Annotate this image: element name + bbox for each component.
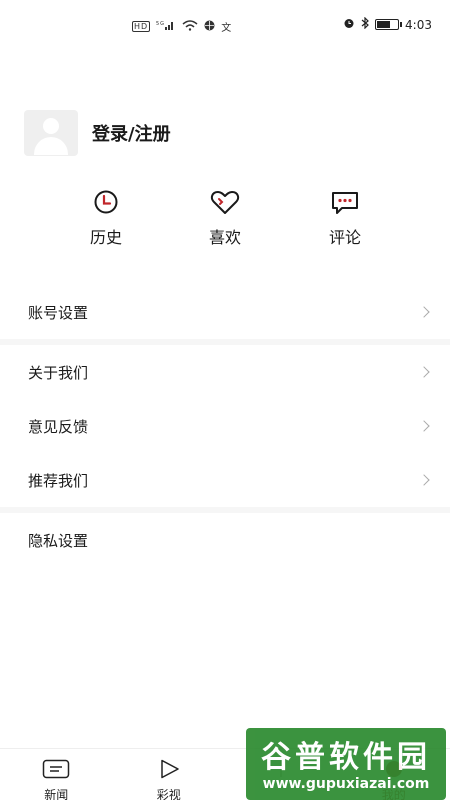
menu-item-account-settings[interactable]: 账号设置	[0, 285, 450, 339]
comments-label: 评论	[328, 228, 361, 247]
avatar[interactable]	[24, 110, 78, 156]
menu-item-privacy-settings[interactable]: 隐私设置	[0, 513, 450, 567]
bluetooth-icon	[361, 16, 369, 32]
tab-news[interactable]: 新闻	[0, 749, 113, 800]
status-right: 4:03	[343, 16, 432, 32]
comment-icon	[330, 190, 360, 216]
menu-item-recommend-us[interactable]: 推荐我们	[0, 453, 450, 507]
menu-item-label: 账号设置	[28, 303, 89, 322]
profile-header[interactable]: 登录/注册	[24, 110, 171, 156]
alarm-icon	[343, 17, 355, 32]
globe-icon	[204, 20, 215, 34]
battery-icon	[375, 19, 403, 30]
watermark-logo: 谷普软件园 www.gupuxiazai.com	[246, 728, 446, 800]
chevron-right-icon	[418, 366, 430, 378]
tab-video[interactable]: 彩视	[113, 749, 226, 800]
tab-news-label: 新闻	[44, 788, 69, 800]
menu-item-label: 隐私设置	[28, 531, 89, 550]
menu-item-about-us[interactable]: 关于我们	[0, 345, 450, 399]
login-register-link[interactable]: 登录/注册	[92, 120, 171, 146]
tab-video-label: 彩视	[156, 788, 181, 800]
watermark-url: www.gupuxiazai.com	[262, 776, 430, 792]
history-button[interactable]: 历史	[66, 190, 146, 248]
clock-icon	[91, 190, 121, 216]
status-bar: HD 5G 文 4:03	[0, 0, 450, 52]
history-label: 历史	[89, 228, 122, 247]
menu-item-label: 关于我们	[28, 363, 89, 382]
menu-item-feedback[interactable]: 意见反馈	[0, 399, 450, 453]
news-icon	[42, 759, 70, 783]
wifi-icon	[182, 19, 198, 34]
chevron-right-icon	[418, 306, 430, 318]
menu-item-label: 推荐我们	[28, 471, 89, 490]
signal-icon: 5G	[156, 20, 176, 33]
chevron-right-icon	[418, 474, 430, 486]
chevron-right-icon	[418, 420, 430, 432]
settings-menu: 账号设置 关于我们 意见反馈 推荐我们 隐私设置	[0, 285, 450, 567]
svg-text:5G: 5G	[156, 21, 165, 27]
heart-icon	[210, 190, 240, 216]
hd-icon: HD	[132, 21, 151, 32]
translate-icon: 文	[221, 23, 233, 34]
menu-item-label: 意见反馈	[28, 417, 89, 436]
watermark-title: 谷普软件园	[261, 740, 431, 775]
play-icon	[157, 759, 181, 783]
likes-button[interactable]: 喜欢	[185, 190, 265, 248]
status-left: HD 5G 文	[132, 19, 232, 34]
comments-button[interactable]: 评论	[305, 190, 385, 248]
status-time: 4:03	[405, 17, 432, 32]
likes-label: 喜欢	[208, 228, 241, 247]
